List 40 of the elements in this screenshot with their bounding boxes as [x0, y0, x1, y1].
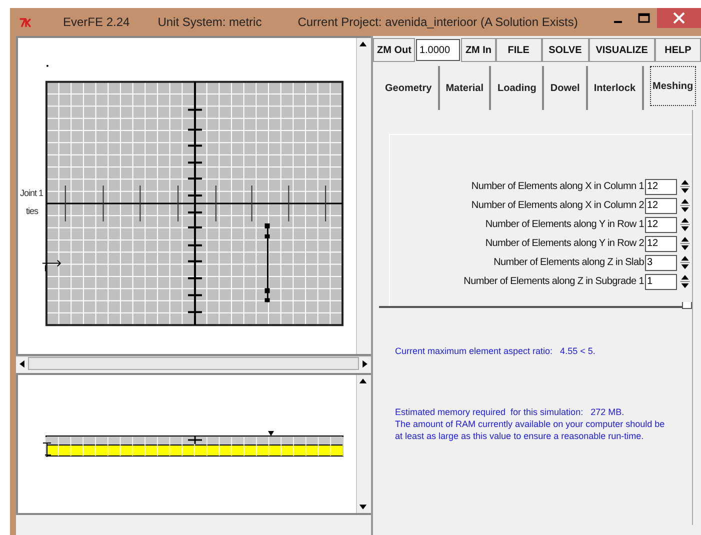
joint-label: Joint 1: [20, 188, 44, 198]
menu-button[interactable]: SOLVE: [542, 38, 589, 62]
ties-label: ties: [26, 206, 38, 216]
field-label: Number of Elements along X in Column 1: [471, 181, 644, 192]
zoom-out-button[interactable]: ZM Out: [373, 38, 416, 62]
menu-button[interactable]: HELP: [654, 38, 701, 62]
spinner-icon[interactable]: [680, 179, 690, 194]
plan-view-canvas[interactable]: Joint 1 ties: [16, 36, 371, 356]
menu-button[interactable]: FILE: [496, 38, 542, 62]
close-icon[interactable]: [657, 8, 701, 28]
field-label: Number of Elements along Y in Row 2: [485, 238, 644, 249]
number-field[interactable]: 3: [645, 254, 677, 270]
number-field[interactable]: 12: [645, 178, 677, 194]
spinner-icon[interactable]: [680, 198, 690, 213]
spinner-icon[interactable]: [680, 255, 690, 270]
horizontal-scrollbar[interactable]: [16, 356, 371, 370]
spinner-icon[interactable]: [680, 274, 690, 289]
number-field[interactable]: 12: [645, 198, 677, 214]
number-field[interactable]: 12: [645, 216, 677, 232]
field-label: Number of Elements along Z in Subgrade 1: [464, 276, 644, 287]
app-icon: [19, 16, 33, 28]
app-title: EverFE 2.24: [63, 15, 130, 29]
vertical-scrollbar[interactable]: [356, 38, 371, 354]
field-label: Number of Elements along Z in Slab: [494, 257, 644, 268]
spinner-icon[interactable]: [680, 217, 690, 232]
number-field[interactable]: 12: [645, 236, 677, 252]
tab[interactable]: Meshing: [650, 66, 696, 106]
vertical-scrollbar[interactable]: [356, 375, 371, 513]
field-label: Number of Elements along X in Column 2: [471, 200, 644, 211]
sash-handle[interactable]: [682, 302, 692, 309]
aspect-ratio-text: Current maximum element aspect ratio: 4.55 < 5.: [395, 346, 596, 356]
field-label: Number of Elements along Y in Row 1: [485, 219, 644, 230]
number-field[interactable]: 1: [645, 274, 677, 290]
project-title: Current Project: avenida_interioor (A Solution Exists): [298, 15, 578, 29]
zoom-in-button[interactable]: ZM In: [461, 38, 496, 62]
menu-button[interactable]: VISUALIZE: [588, 38, 655, 62]
unit-system-label: Unit System: metric: [158, 15, 262, 29]
zoom-field[interactable]: 1.0000: [416, 39, 460, 61]
memory-text: Estimated memory required for this simulation: 272 MB. The amount of RAM currently available on your computer should be at least as large as this value to ensure a reasonable run-time.: [395, 406, 666, 442]
spinner-icon[interactable]: [680, 236, 690, 251]
